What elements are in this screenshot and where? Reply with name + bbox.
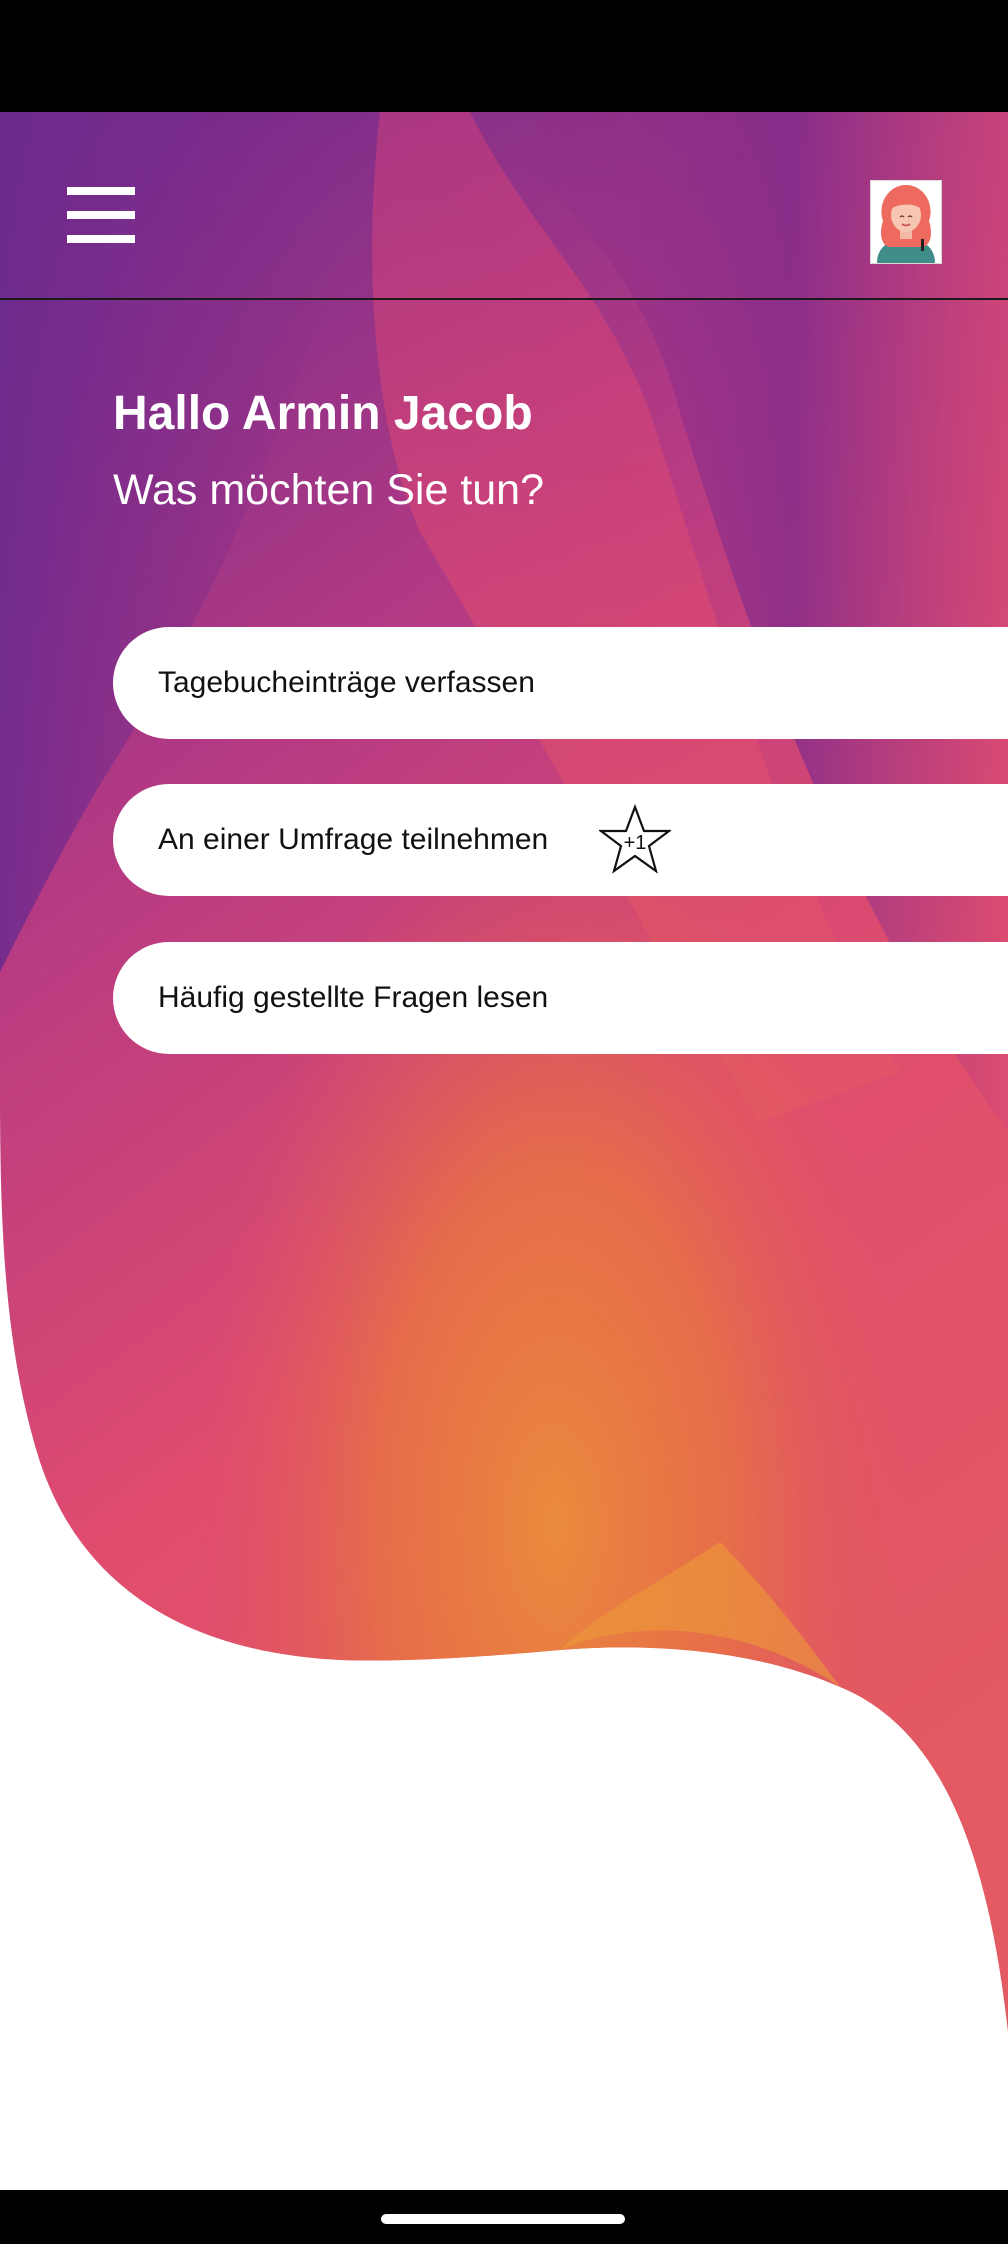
home-indicator[interactable] xyxy=(381,2214,625,2224)
action-label: Tagebucheinträge verfassen xyxy=(158,666,535,699)
greeting-subtitle: Was möchten Sie tun? xyxy=(113,466,545,514)
app-screen: Hallo Armin Jacob Was möchten Sie tun? T… xyxy=(0,0,1008,2244)
status-bar xyxy=(0,0,1008,112)
system-navigation-bar xyxy=(0,2190,1008,2244)
survey-badge-count: +1 xyxy=(624,832,647,854)
star-icon: +1 xyxy=(599,804,671,874)
read-faq-button[interactable]: Häufig gestellte Fragen lesen xyxy=(113,942,1008,1054)
main-content: Hallo Armin Jacob Was möchten Sie tun? T… xyxy=(0,0,1008,2244)
action-label: An einer Umfrage teilnehmen xyxy=(158,823,549,856)
greeting-title: Hallo Armin Jacob xyxy=(113,387,533,440)
action-label: Häufig gestellte Fragen lesen xyxy=(158,981,549,1014)
take-survey-button[interactable]: An einer Umfrage teilnehmen +1 xyxy=(113,784,1008,896)
write-diary-button[interactable]: Tagebucheinträge verfassen xyxy=(113,627,1008,739)
